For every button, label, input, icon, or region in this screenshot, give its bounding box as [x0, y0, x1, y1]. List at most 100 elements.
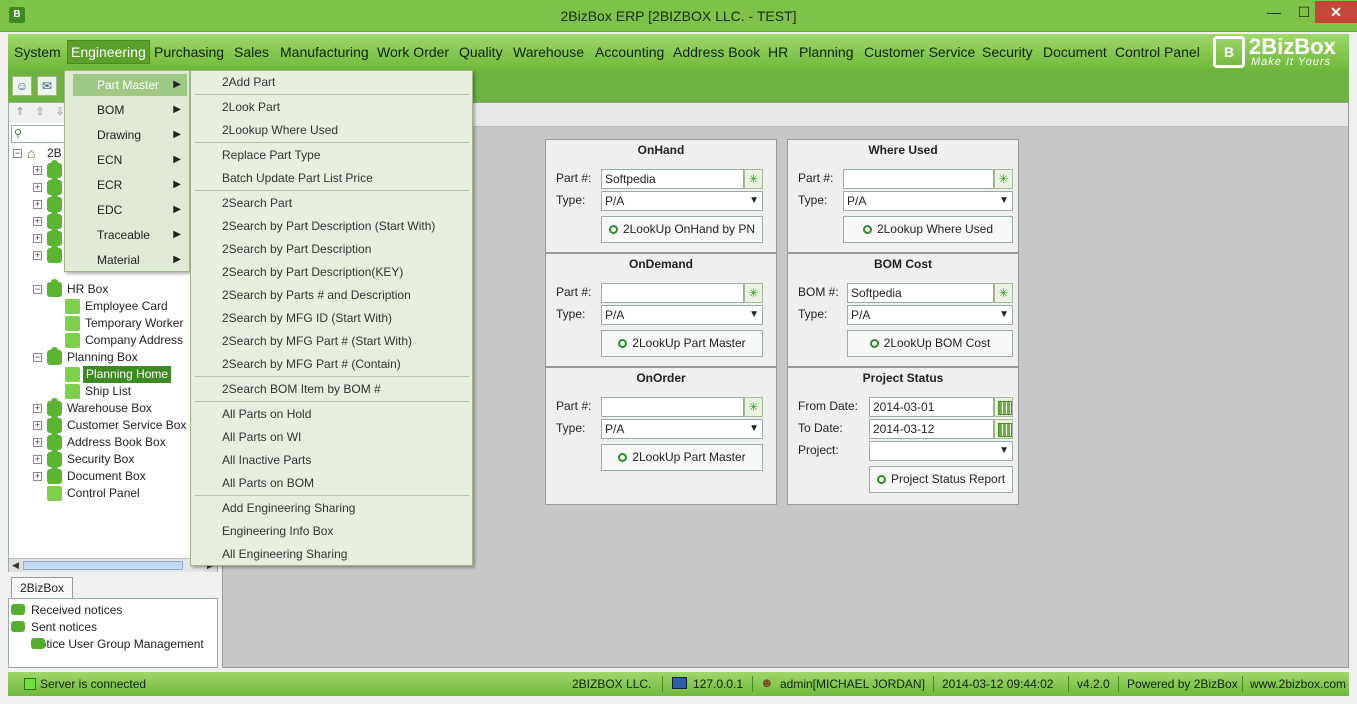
submenu-search-part[interactable]: 2Search Part	[222, 194, 292, 212]
move-top-icon[interactable]: ⇑	[13, 105, 27, 119]
project-select[interactable]: ▼	[869, 441, 1013, 461]
submenu-inactive-parts[interactable]: All Inactive Parts	[222, 451, 311, 469]
minimize-button[interactable]: —	[1259, 1, 1289, 23]
picker-icon[interactable]: ✳	[744, 283, 763, 303]
tab-2bizbox[interactable]: 2BizBox	[11, 577, 73, 598]
menu-item-part-master[interactable]: Part Master ▶	[73, 74, 187, 96]
onorder-part-input[interactable]	[601, 397, 744, 417]
tree-item-collapsed[interactable]: +	[33, 228, 63, 247]
tree-item-collapsed[interactable]: +	[33, 177, 63, 196]
bom-cost-type-select[interactable]: P/A ▼	[847, 305, 1013, 325]
submenu-add-engineering-sharing[interactable]: Add Engineering Sharing	[222, 499, 355, 517]
submenu-search-mfg-part-contain[interactable]: 2Search by MFG Part # (Contain)	[222, 355, 401, 373]
scroll-thumb[interactable]	[23, 561, 183, 570]
where-used-type-select[interactable]: P/A ▼	[843, 191, 1013, 211]
submenu-search-desc-start[interactable]: 2Search by Part Description (Start With)	[222, 217, 435, 235]
submenu-search-mfg-part-start[interactable]: 2Search by MFG Part # (Start With)	[222, 332, 412, 350]
menu-item-bom[interactable]: BOM ▶	[73, 99, 187, 121]
tree-item-security-box[interactable]: + Security Box	[33, 449, 213, 468]
expand-icon[interactable]: +	[33, 455, 42, 464]
menu-hr[interactable]: HR	[768, 44, 788, 60]
tree-item-company-address[interactable]: Company Address	[65, 332, 205, 349]
menu-warehouse[interactable]: Warehouse	[513, 44, 584, 60]
menu-quality[interactable]: Quality	[459, 44, 503, 60]
menu-system[interactable]: System	[14, 44, 61, 60]
submenu-lookup-where-used[interactable]: 2Lookup Where Used	[222, 121, 338, 139]
expand-icon[interactable]: +	[33, 200, 42, 209]
received-notices-item[interactable]: Received notices	[11, 602, 122, 619]
tree-item-document-box[interactable]: + Document Box	[33, 466, 213, 485]
where-used-part-input[interactable]	[843, 169, 994, 189]
onhand-type-select[interactable]: P/A ▼	[601, 191, 763, 211]
lookup-part-master-button[interactable]: 2LookUp Part Master	[601, 330, 763, 357]
tree-item-planning-box[interactable]: − Planning Box	[33, 347, 193, 366]
expand-icon[interactable]: +	[33, 166, 42, 175]
submenu-search-mfg-id[interactable]: 2Search by MFG ID (Start With)	[222, 309, 392, 327]
submenu-search-desc[interactable]: 2Search by Part Description	[222, 240, 371, 258]
submenu-look-part[interactable]: 2Look Part	[222, 98, 280, 116]
expand-icon[interactable]: +	[33, 404, 42, 413]
tree-item-ship-list[interactable]: Ship List	[65, 383, 205, 400]
users-icon[interactable]: ☺	[12, 76, 32, 96]
tree-item-collapsed[interactable]: +	[33, 194, 63, 213]
to-date-input[interactable]: 2014-03-12	[869, 419, 994, 439]
lookup-onhand-button[interactable]: 2LookUp OnHand by PN	[601, 216, 763, 243]
mail-icon[interactable]: ✉	[37, 76, 57, 96]
expand-icon[interactable]: +	[33, 421, 42, 430]
expand-icon[interactable]: +	[33, 217, 42, 226]
submenu-search-desc-key[interactable]: 2Search by Part Description(KEY)	[222, 263, 403, 281]
menu-customer-service[interactable]: Customer Service	[864, 44, 975, 60]
scroll-left-icon[interactable]: ◀	[9, 559, 22, 572]
collapse-icon[interactable]: −	[33, 285, 42, 294]
picker-icon[interactable]: ✳	[744, 397, 763, 417]
onhand-part-input[interactable]: Softpedia	[601, 169, 744, 189]
picker-icon[interactable]: ✳	[744, 169, 763, 189]
ondemand-type-select[interactable]: P/A ▼	[601, 305, 763, 325]
menu-item-ecn[interactable]: ECN ▶	[73, 149, 187, 171]
submenu-search-parts-desc[interactable]: 2Search by Parts # and Description	[222, 286, 411, 304]
submenu-engineering-info-box[interactable]: Engineering Info Box	[222, 522, 333, 540]
project-status-report-button[interactable]: Project Status Report	[869, 466, 1013, 493]
tree-item-hr-box[interactable]: − HR Box	[33, 279, 193, 298]
menu-item-edc[interactable]: EDC ▶	[73, 199, 187, 221]
menu-address-book[interactable]: Address Book	[673, 44, 760, 60]
move-up-icon[interactable]: ⇧	[33, 105, 47, 119]
tree-item-planning-home[interactable]: Planning Home	[65, 366, 205, 383]
menu-item-material[interactable]: Material ▶	[73, 249, 187, 271]
tree-item-collapsed[interactable]: +	[33, 245, 63, 264]
sidebar-horizontal-scrollbar[interactable]: ◀ ▶	[9, 558, 217, 572]
menu-purchasing[interactable]: Purchasing	[154, 44, 224, 60]
ondemand-part-input[interactable]	[601, 283, 744, 303]
tree-item-collapsed[interactable]: +	[33, 211, 63, 230]
submenu-add-part[interactable]: 2Add Part	[222, 73, 275, 91]
menu-sales[interactable]: Sales	[234, 44, 269, 60]
menu-planning[interactable]: Planning	[799, 44, 854, 60]
expand-icon[interactable]: +	[33, 251, 42, 260]
expand-icon[interactable]: +	[33, 183, 42, 192]
tree-item-control-panel[interactable]: Control Panel	[33, 485, 213, 502]
submenu-all-engineering-sharing[interactable]: All Engineering Sharing	[222, 545, 347, 563]
tree-item-address-book-box[interactable]: + Address Book Box	[33, 432, 213, 451]
tree-item-customer-service-box[interactable]: + Customer Service Box	[33, 415, 213, 434]
picker-icon[interactable]: ✳	[994, 169, 1013, 189]
tree-item-temporary-worker[interactable]: Temporary Worker	[65, 315, 205, 332]
website-link[interactable]: www.2bizbox.com	[1250, 677, 1346, 691]
bom-cost-input[interactable]: Softpedia	[847, 283, 994, 303]
submenu-parts-on-wi[interactable]: All Parts on WI	[222, 428, 301, 446]
collapse-icon[interactable]: −	[13, 149, 22, 158]
expand-icon[interactable]: +	[33, 438, 42, 447]
menu-document[interactable]: Document	[1043, 44, 1107, 60]
lookup-bom-cost-button[interactable]: 2LookUp BOM Cost	[847, 330, 1013, 357]
calendar-icon[interactable]	[994, 419, 1013, 439]
menu-accounting[interactable]: Accounting	[595, 44, 664, 60]
sidebar-search-input[interactable]: ⚲	[11, 125, 71, 143]
collapse-icon[interactable]: −	[33, 353, 42, 362]
onorder-type-select[interactable]: P/A ▼	[601, 419, 763, 439]
menu-item-drawing[interactable]: Drawing ▶	[73, 124, 187, 146]
from-date-input[interactable]: 2014-03-01	[869, 397, 994, 417]
submenu-parts-on-bom[interactable]: All Parts on BOM	[222, 474, 314, 492]
menu-control-panel[interactable]: Control Panel	[1115, 44, 1200, 60]
menu-engineering[interactable]: Engineering	[67, 40, 150, 64]
tree-item-employee-card[interactable]: Employee Card	[65, 298, 205, 315]
tree-item-collapsed[interactable]: +	[33, 160, 63, 179]
